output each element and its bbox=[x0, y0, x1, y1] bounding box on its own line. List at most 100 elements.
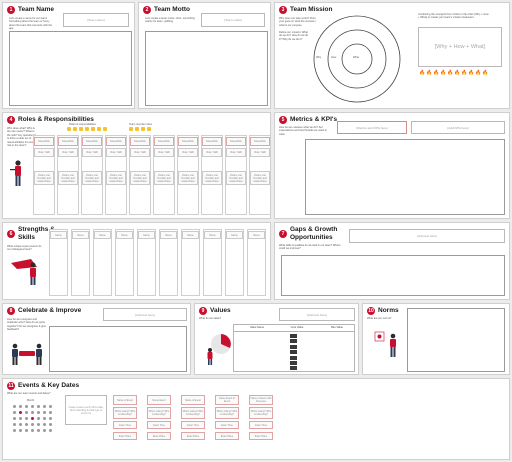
norms-canvas[interactable] bbox=[407, 308, 505, 372]
team-motto-canvas[interactable] bbox=[145, 31, 268, 106]
role-skill-card[interactable]: Role / Skill bbox=[154, 148, 174, 157]
event-attendees-card[interactable]: Who's Going? Who is Attending? bbox=[113, 407, 137, 419]
calendar-day[interactable] bbox=[31, 417, 34, 420]
calendar-day[interactable] bbox=[19, 429, 22, 432]
role-skill-card[interactable]: Role / Skill bbox=[178, 148, 198, 157]
calendar-day[interactable] bbox=[43, 429, 46, 432]
strength-name-card[interactable]: Name bbox=[50, 231, 67, 239]
calendar-day[interactable] bbox=[13, 423, 16, 426]
event-name-card[interactable]: Name of Event bbox=[113, 395, 137, 405]
value-chip[interactable] bbox=[290, 355, 297, 360]
strength-column[interactable] bbox=[115, 229, 134, 296]
calendar-day[interactable] bbox=[49, 405, 52, 408]
value-chip[interactable] bbox=[290, 334, 297, 338]
value-chip[interactable] bbox=[290, 350, 297, 355]
calendar-day[interactable] bbox=[37, 423, 40, 426]
calendar-day[interactable] bbox=[13, 411, 16, 414]
role-name-card[interactable]: Name/Role bbox=[226, 137, 246, 146]
event-time-card[interactable]: Enter Time bbox=[215, 421, 239, 429]
value-chip[interactable] bbox=[290, 344, 297, 349]
role-name-card[interactable]: Name/Role bbox=[250, 137, 270, 146]
event-attendees-card[interactable]: Who's Going? Who is Attending? bbox=[181, 407, 205, 419]
calendar-day[interactable] bbox=[25, 405, 28, 408]
celebrate-canvas[interactable] bbox=[49, 326, 187, 372]
kpi-input[interactable]: [Add KPIs here] bbox=[411, 121, 505, 134]
event-place-card[interactable]: Enter Place bbox=[181, 432, 205, 440]
role-skill-card[interactable]: Role / Skill bbox=[226, 148, 246, 157]
event-time-card[interactable]: Enter Time bbox=[113, 421, 137, 429]
strength-name-card[interactable]: Name bbox=[116, 231, 133, 239]
strength-column[interactable] bbox=[71, 229, 90, 296]
role-name-card[interactable]: Name/Role bbox=[82, 137, 102, 146]
strength-name-card[interactable]: Name bbox=[226, 231, 243, 239]
calendar-day[interactable] bbox=[43, 411, 46, 414]
role-skill-card[interactable]: Role / Skill bbox=[250, 148, 270, 157]
calendar-day[interactable] bbox=[19, 411, 22, 414]
event-time-card[interactable]: Enter Time bbox=[147, 421, 171, 429]
team-name-input[interactable]: [Team name] bbox=[63, 13, 129, 27]
event-name-card[interactable]: Name Event of Event bbox=[215, 395, 239, 405]
event-place-card[interactable]: Enter Place bbox=[215, 432, 239, 440]
event-place-card[interactable]: Enter Place bbox=[249, 432, 273, 440]
calendar-day[interactable] bbox=[37, 417, 40, 420]
gaps-canvas[interactable] bbox=[281, 255, 505, 296]
strength-name-card[interactable]: Name bbox=[94, 231, 111, 239]
team-name-canvas[interactable] bbox=[9, 31, 132, 106]
strength-column[interactable] bbox=[181, 229, 200, 296]
metrics-input[interactable]: [Metrics and KPIs here] bbox=[337, 121, 407, 134]
role-skill-card[interactable]: Role / Skill bbox=[106, 148, 126, 157]
role-name-card[interactable]: Name/Role bbox=[34, 137, 54, 146]
role-name-card[interactable]: Name/Role bbox=[58, 137, 78, 146]
role-skill-card[interactable]: Role / Skill bbox=[34, 148, 54, 157]
value-chip[interactable] bbox=[290, 339, 297, 344]
strength-name-card[interactable]: Name bbox=[160, 231, 177, 239]
value-chip[interactable] bbox=[290, 366, 297, 371]
gaps-input[interactable]: [Add text here] bbox=[349, 229, 505, 243]
calendar-day[interactable] bbox=[25, 423, 28, 426]
strength-name-card[interactable]: Name bbox=[204, 231, 221, 239]
role-name-card[interactable]: Name/Role bbox=[154, 137, 174, 146]
event-time-card[interactable]: Enter Time bbox=[181, 421, 205, 429]
strength-column[interactable] bbox=[159, 229, 178, 296]
calendar-day[interactable] bbox=[37, 405, 40, 408]
event-name-card[interactable]: Name of Event with Someone bbox=[249, 395, 273, 405]
calendar-day[interactable] bbox=[25, 411, 28, 414]
role-name-card[interactable]: Name/Role bbox=[106, 137, 126, 146]
role-skill-card[interactable]: Role / Skill bbox=[202, 148, 222, 157]
role-name-card[interactable]: Name/Role bbox=[178, 137, 198, 146]
calendar-day[interactable] bbox=[19, 405, 22, 408]
strength-column[interactable] bbox=[49, 229, 68, 296]
calendar-day[interactable] bbox=[19, 417, 22, 420]
role-body-card[interactable]: Define role formality and relationships bbox=[178, 171, 198, 185]
calendar-day[interactable] bbox=[25, 417, 28, 420]
role-name-card[interactable]: Name/Role bbox=[202, 137, 222, 146]
calendar-day[interactable] bbox=[49, 417, 52, 420]
calendar-day[interactable] bbox=[49, 411, 52, 414]
event-place-card[interactable]: Enter Place bbox=[113, 432, 137, 440]
calendar-day[interactable] bbox=[31, 423, 34, 426]
role-skill-card[interactable]: Role / Skill bbox=[82, 148, 102, 157]
role-body-card[interactable]: Define role formality and relationships bbox=[154, 171, 174, 185]
calendar-day[interactable] bbox=[43, 417, 46, 420]
strength-column[interactable] bbox=[247, 229, 266, 296]
event-name-card[interactable]: Name Event bbox=[147, 395, 171, 405]
strength-column[interactable] bbox=[137, 229, 156, 296]
calendar-day[interactable] bbox=[13, 429, 16, 432]
strength-column[interactable] bbox=[93, 229, 112, 296]
mission-statement-input[interactable]: [Why + How + What] bbox=[418, 27, 502, 67]
calendar-day[interactable] bbox=[13, 405, 16, 408]
calendar-day[interactable] bbox=[43, 405, 46, 408]
calendar-day[interactable] bbox=[13, 417, 16, 420]
strength-column[interactable] bbox=[203, 229, 222, 296]
calendar-day[interactable] bbox=[25, 429, 28, 432]
calendar-day[interactable] bbox=[43, 423, 46, 426]
strength-column[interactable] bbox=[225, 229, 244, 296]
strength-name-card[interactable]: Name bbox=[182, 231, 199, 239]
calendar-day[interactable] bbox=[31, 429, 34, 432]
values-input[interactable]: [Add text here] bbox=[279, 308, 355, 321]
event-time-card[interactable]: Enter Time bbox=[249, 421, 273, 429]
calendar-day[interactable] bbox=[31, 411, 34, 414]
role-body-card[interactable]: Define role formality and relationships bbox=[106, 171, 126, 185]
event-place-card[interactable]: Enter Place bbox=[147, 432, 171, 440]
role-skill-card[interactable]: Role / Skill bbox=[58, 148, 78, 157]
